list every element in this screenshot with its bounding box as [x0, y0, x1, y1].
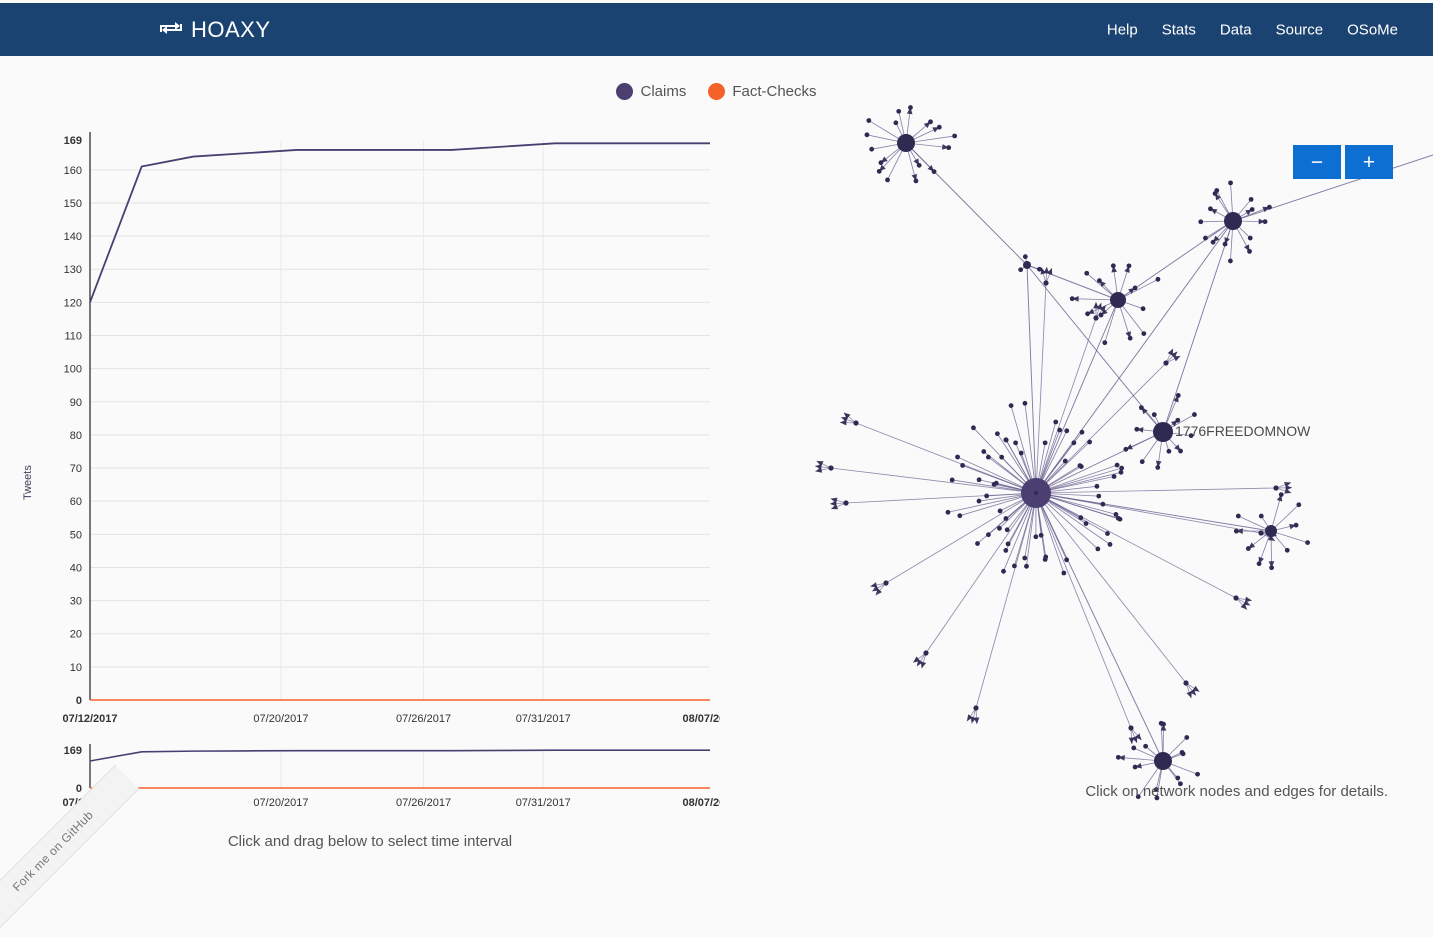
navbar: HOAXY Help Stats Data Source OSoMe [0, 3, 1433, 56]
nav-link-data[interactable]: Data [1220, 21, 1252, 38]
x-tick-label: 07/20/2017 [253, 713, 308, 725]
timeline-chart-panel: Tweets 010203040506070809010011012013014… [0, 110, 720, 810]
brand-title: HOAXY [191, 17, 271, 43]
brush-y-tick-label: 169 [64, 745, 82, 757]
brush-line-claims [90, 750, 710, 761]
network-node[interactable] [1023, 261, 1031, 269]
retweet-icon [160, 17, 182, 43]
y-tick-label: 120 [64, 297, 82, 309]
network-node[interactable] [1110, 292, 1126, 308]
y-tick-label: 10 [70, 662, 82, 674]
x-tick-label: 07/31/2017 [516, 713, 571, 725]
zoom-out-button[interactable]: − [1293, 145, 1341, 179]
x-tick-label: 08/07/2017 [682, 713, 720, 725]
brush-x-tick-label: 07/20/2017 [253, 797, 308, 809]
nav-link-help[interactable]: Help [1107, 21, 1138, 38]
network-node[interactable] [1153, 422, 1173, 442]
brand-logo-link[interactable]: HOAXY [160, 17, 271, 43]
brush-x-tick-label: 07/26/2017 [396, 797, 451, 809]
y-tick-label: 40 [70, 562, 82, 574]
network-node[interactable] [1224, 212, 1242, 230]
network-graph-panel[interactable]: 1776FREEDOMNOW − + Click on network node… [720, 60, 1433, 822]
legend-label-claims: Claims [640, 83, 686, 100]
y-tick-label: 150 [64, 198, 82, 210]
timeline-chart[interactable]: 0 10 20 30 40 50 60 70 80 90 100 110 120 130 140 150 160… [0, 110, 720, 810]
y-tick-label: 140 [64, 231, 82, 243]
nav-link-stats[interactable]: Stats [1162, 21, 1196, 38]
y-tick-label: 160 [64, 165, 82, 177]
brush-y-tick-label: 0 [76, 783, 82, 795]
y-tick-label: 50 [70, 529, 82, 541]
y-tick-label: 60 [70, 496, 82, 508]
y-tick-label: 0 [76, 695, 82, 707]
y-tick-label: 169 [64, 135, 82, 147]
chart-line-claims [90, 143, 710, 302]
y-tick-label: 30 [70, 596, 82, 608]
zoom-in-button[interactable]: + [1345, 145, 1393, 179]
network-hint-text: Click on network nodes and edges for det… [1085, 783, 1388, 800]
legend-swatch-claims [616, 83, 633, 100]
network-node[interactable] [897, 134, 915, 152]
x-tick-label: 07/12/2017 [62, 713, 117, 725]
legend-item-claims[interactable]: Claims [616, 83, 686, 100]
x-tick-label: 07/26/2017 [396, 713, 451, 725]
y-tick-label: 100 [64, 364, 82, 376]
y-tick-label: 80 [70, 430, 82, 442]
y-tick-label: 130 [64, 264, 82, 276]
brush-hint-text: Click and drag below to select time inte… [90, 833, 650, 850]
brush-x-tick-label: 07/31/2017 [516, 797, 571, 809]
y-tick-label: 20 [70, 629, 82, 641]
y-tick-label: 90 [70, 397, 82, 409]
network-node[interactable] [1154, 752, 1172, 770]
nav-link-osome[interactable]: OSoMe [1347, 21, 1398, 38]
network-node[interactable] [1265, 525, 1277, 537]
nav-links: Help Stats Data Source OSoMe [1107, 21, 1398, 38]
brush-x-tick-label: 08/07/2017 [682, 797, 720, 809]
y-tick-label: 110 [64, 331, 82, 343]
y-tick-label: 70 [70, 463, 82, 475]
nav-link-source[interactable]: Source [1276, 21, 1324, 38]
zoom-controls: − + [1293, 145, 1393, 179]
